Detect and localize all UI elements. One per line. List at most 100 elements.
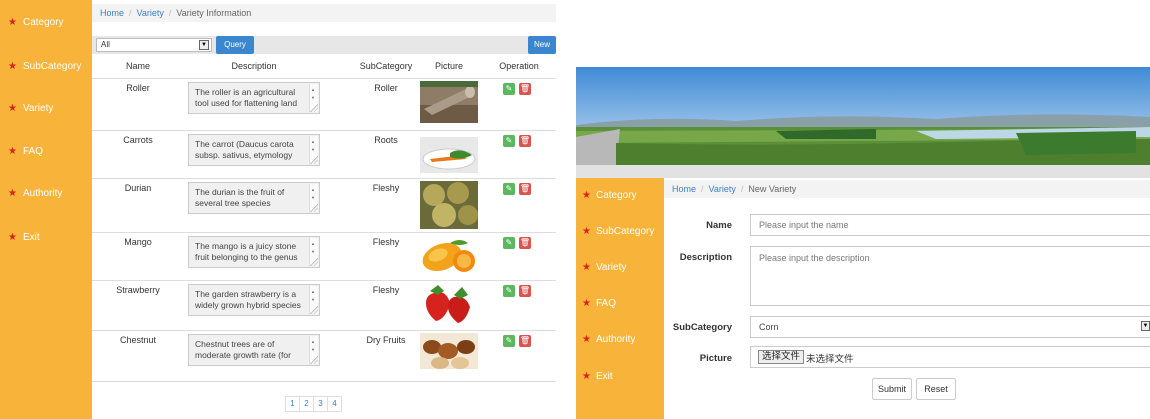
- subcategory-label: SubCategory: [672, 322, 732, 333]
- carrot-photo: [420, 137, 478, 173]
- breadcrumb-current: Variety Information: [176, 8, 252, 18]
- resize-grip-icon[interactable]: [310, 306, 318, 314]
- column-header-subcategory: SubCategory: [359, 61, 413, 71]
- row-subcategory: Dry Fruits: [366, 335, 406, 345]
- row-operations: ✎ 🗑: [503, 83, 531, 95]
- edit-icon[interactable]: ✎: [503, 83, 515, 95]
- name-label: Name: [706, 220, 732, 231]
- query-button[interactable]: Query: [216, 36, 254, 54]
- trash-icon[interactable]: 🗑: [519, 335, 531, 347]
- strawberry-photo: [420, 283, 478, 327]
- star-icon: ★: [582, 370, 591, 382]
- reset-button[interactable]: Reset: [916, 378, 956, 400]
- row-name: Chestnut: [119, 335, 157, 345]
- sidebar-item-subcategory[interactable]: ★ SubCategory: [0, 61, 81, 72]
- sidebar-item-variety[interactable]: ★ Variety: [0, 103, 53, 114]
- column-header-operation: Operation: [499, 61, 539, 71]
- breadcrumb-separator: /: [129, 8, 132, 18]
- sidebar-item-faq[interactable]: ★ FAQ: [576, 298, 616, 309]
- subcategory-select[interactable]: Corn: [750, 316, 1150, 338]
- row-subcategory: Roller: [374, 83, 398, 93]
- name-input[interactable]: Please input the name: [750, 214, 1150, 236]
- sidebar-item-category[interactable]: ★ Category: [0, 17, 64, 28]
- table-row: Carrots The carrot (Daucus carota subsp.…: [92, 130, 556, 178]
- sidebar-item-variety[interactable]: ★ Variety: [576, 262, 626, 273]
- right-sidebar: ★ Category ★ SubCategory ★ Variety ★ FAQ ★ Au…: [576, 178, 664, 419]
- trash-icon[interactable]: 🗑: [519, 237, 531, 249]
- row-description: The garden strawberry is a widely grown …: [195, 289, 301, 310]
- new-button[interactable]: New: [528, 36, 556, 54]
- breadcrumb-separator: /: [701, 184, 704, 194]
- breadcrumb-separator: /: [168, 8, 172, 18]
- row-description: The mango is a juicy stone fruit belongi…: [195, 241, 298, 262]
- breadcrumb-separator: /: [740, 184, 744, 194]
- star-icon: ★: [8, 60, 17, 72]
- submit-button[interactable]: Submit: [872, 378, 912, 400]
- star-icon: ★: [582, 225, 591, 237]
- subcategory-filter-select[interactable]: All ▼: [96, 38, 212, 52]
- description-textarea[interactable]: Please input the description: [750, 246, 1150, 306]
- star-icon: ★: [8, 187, 17, 199]
- chestnut-photo: [420, 333, 478, 369]
- description-textarea[interactable]: The roller is an agricultural tool used …: [188, 82, 320, 114]
- description-textarea[interactable]: The mango is a juicy stone fruit belongi…: [188, 236, 320, 268]
- resize-grip-icon[interactable]: [310, 104, 318, 112]
- star-icon: ★: [8, 102, 17, 114]
- edit-icon[interactable]: ✎: [503, 285, 515, 297]
- sidebar-item-subcategory[interactable]: ★ SubCategory: [576, 226, 654, 237]
- column-header-name: Name: [125, 61, 150, 71]
- sidebar-item-authority[interactable]: ★ Authority: [576, 334, 635, 345]
- breadcrumb: Home / Variety / Variety Information: [92, 4, 556, 22]
- resize-grip-icon[interactable]: [310, 356, 318, 364]
- resize-grip-icon[interactable]: [310, 204, 318, 212]
- star-icon: ★: [582, 189, 591, 201]
- sidebar-item-exit[interactable]: ★ Exit: [576, 371, 613, 382]
- sidebar-item-exit[interactable]: ★ Exit: [0, 232, 40, 243]
- chevron-down-icon[interactable]: ▼: [1141, 321, 1150, 331]
- row-name: Carrots: [123, 135, 153, 145]
- description-textarea[interactable]: Chestnut trees are of moderate growth ra…: [188, 334, 320, 366]
- row-description: The carrot (Daucus carota subsp. sativus…: [195, 139, 294, 160]
- edit-icon[interactable]: ✎: [503, 135, 515, 147]
- page-1-link[interactable]: 1: [285, 396, 300, 412]
- breadcrumb-home[interactable]: Home: [672, 184, 696, 194]
- resize-grip-icon[interactable]: [310, 156, 318, 164]
- row-subcategory: Roots: [374, 135, 398, 145]
- description-textarea[interactable]: The garden strawberry is a widely grown …: [188, 284, 320, 316]
- table-row: Mango The mango is a juicy stone fruit b…: [92, 232, 556, 280]
- roller-photo: [420, 81, 478, 123]
- edit-icon[interactable]: ✎: [503, 237, 515, 249]
- chevron-down-icon[interactable]: ▼: [199, 40, 209, 50]
- breadcrumb-variety[interactable]: Variety: [137, 8, 164, 18]
- table-row: Durian The durian is the fruit of severa…: [92, 178, 556, 232]
- edit-icon[interactable]: ✎: [503, 183, 515, 195]
- table-row: Roller The roller is an agricultural too…: [92, 78, 556, 130]
- description-textarea[interactable]: The carrot (Daucus carota subsp. sativus…: [188, 134, 320, 166]
- row-operations: ✎ 🗑: [503, 285, 531, 297]
- picture-label: Picture: [699, 353, 732, 364]
- trash-icon[interactable]: 🗑: [519, 83, 531, 95]
- choose-file-button[interactable]: 选择文件: [758, 350, 805, 364]
- trash-icon[interactable]: 🗑: [519, 183, 531, 195]
- breadcrumb-home[interactable]: Home: [100, 8, 124, 18]
- row-description: Chestnut trees are of moderate growth ra…: [195, 339, 291, 360]
- column-header-description: Description: [231, 61, 277, 71]
- sidebar-item-category[interactable]: ★ Category: [576, 190, 637, 201]
- breadcrumb-current: New Variety: [748, 184, 797, 194]
- row-operations: ✎ 🗑: [503, 237, 531, 249]
- row-name: Durian: [124, 183, 152, 193]
- breadcrumb-variety[interactable]: Variety: [709, 184, 736, 194]
- edit-icon[interactable]: ✎: [503, 335, 515, 347]
- page-2-link[interactable]: 2: [299, 396, 314, 412]
- row-name: Strawberry: [116, 285, 160, 295]
- sidebar-item-authority[interactable]: ★ Authority: [0, 188, 62, 199]
- sidebar-item-faq[interactable]: ★ FAQ: [0, 146, 43, 157]
- page-3-link[interactable]: 3: [313, 396, 328, 412]
- resize-grip-icon[interactable]: [310, 258, 318, 266]
- durian-photo: [420, 181, 478, 229]
- trash-icon[interactable]: 🗑: [519, 285, 531, 297]
- trash-icon[interactable]: 🗑: [519, 135, 531, 147]
- page-4-link[interactable]: 4: [327, 396, 342, 412]
- description-label: Description: [679, 252, 732, 263]
- description-textarea[interactable]: The durian is the fruit of several tree …: [188, 182, 320, 214]
